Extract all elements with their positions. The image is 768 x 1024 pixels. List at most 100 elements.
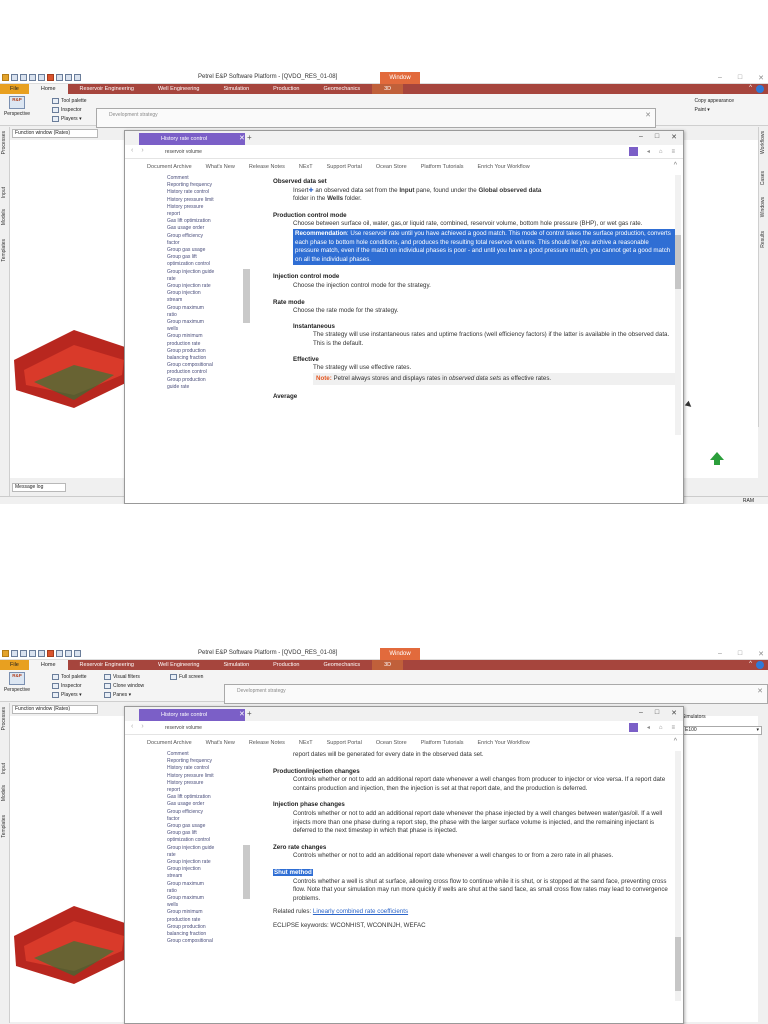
toc-item[interactable]: Group production [167,924,245,931]
menu-whats-new[interactable]: What's New [206,740,235,746]
menu-next[interactable]: NExT [299,164,313,170]
toc-item[interactable]: ratio [167,888,245,895]
toc-item[interactable]: Group gas usage [167,823,245,830]
toc-item[interactable]: production rate [167,341,245,348]
minimize-icon[interactable]: – [718,650,722,658]
development-strategy-dialog[interactable]: Development strategy ✕ [96,108,656,128]
related-rules-link[interactable]: Linearly combined rate coefficients [313,908,408,915]
menu-enrich-workflow[interactable]: Enrich Your Workflow [478,164,530,170]
back-forward-icon[interactable]: ‹› [131,147,152,154]
toc-item[interactable]: Group injection rate [167,283,245,290]
toc-item[interactable]: Group efficiency [167,233,245,240]
toc-item[interactable]: stream [167,873,245,880]
toc-item[interactable]: History rate control [167,189,245,196]
toc-item[interactable]: Group compositional [167,362,245,369]
toc-item[interactable]: Group maximum [167,305,245,312]
perspective-button[interactable]: R&P Perspective [2,672,32,700]
content-scrollbar[interactable] [675,751,681,1001]
maximize-icon[interactable]: □ [738,650,742,658]
petrel-logo-icon[interactable] [2,650,9,657]
toc-item[interactable]: Gas usage order [167,225,245,232]
maximize-icon[interactable]: □ [738,74,742,82]
menu-icon[interactable]: ≡ [671,149,675,155]
toc-item[interactable]: optimization control [167,261,245,268]
toc-item[interactable]: optimization control [167,837,245,844]
toc-item[interactable]: Group efficiency [167,809,245,816]
help-tab[interactable]: History rate control ✕ [139,133,245,145]
tab-templates[interactable]: Templates [1,815,7,838]
toc-item[interactable]: Gas usage order [167,801,245,808]
tab-processes[interactable]: Processes [1,131,7,154]
back-icon[interactable]: ◂ [647,148,650,155]
toc-item[interactable]: Group minimum [167,909,245,916]
menu-support-portal[interactable]: Support Portal [327,164,362,170]
menu-icon[interactable]: ≡ [671,725,675,731]
close-icon[interactable]: ✕ [758,650,764,658]
players-button[interactable]: Players ▾ [52,691,87,700]
toc-item[interactable]: Group injection guide [167,269,245,276]
tab-models[interactable]: Models [1,785,7,801]
toc-item[interactable]: wells [167,902,245,909]
close-icon[interactable]: ✕ [758,74,764,82]
toc-item[interactable]: Reporting frequency [167,182,245,189]
tab-results[interactable]: Results [760,231,766,248]
inspector-button[interactable]: Inspector [52,682,87,691]
help-icon[interactable] [756,85,764,93]
toc-item[interactable]: Reporting frequency [167,758,245,765]
tab-models[interactable]: Models [1,209,7,225]
new-tab-icon[interactable]: + [247,709,252,718]
toc-item[interactable]: balancing fraction [167,931,245,938]
toc-item[interactable]: balancing fraction [167,355,245,362]
toc-item[interactable]: History pressure limit [167,197,245,204]
function-window-tab[interactable]: Function window (Rates) [12,705,98,714]
tab-templates[interactable]: Templates [1,239,7,262]
toc-item[interactable]: Group production [167,348,245,355]
tab-windows[interactable]: Windows [760,197,766,217]
panes-button[interactable]: Panes ▾ [104,691,144,700]
menu-platform-tutorials[interactable]: Platform Tutorials [421,740,464,746]
undo-icon[interactable] [20,650,27,657]
new-icon[interactable] [38,74,45,81]
tab-geomechanics[interactable]: Geomechanics [311,84,372,94]
back-forward-icon[interactable]: ‹› [131,723,152,730]
context-tab-window[interactable]: Window [380,72,420,84]
save-icon[interactable] [11,74,18,81]
toc-item[interactable]: Comment [167,751,245,758]
content-scrollbar[interactable] [675,175,681,435]
toc-item[interactable]: guide rate [167,384,245,391]
minimize-icon[interactable]: – [639,133,643,141]
scroll-up-icon[interactable]: ^ [674,738,677,745]
address-input[interactable]: reservoir volume [165,149,202,155]
tab-workflows[interactable]: Workflows [760,131,766,154]
tab-reservoir-engineering[interactable]: Reservoir Engineering [68,660,146,670]
toc-item[interactable]: Group maximum [167,895,245,902]
tab-well-engineering[interactable]: Well Engineering [146,84,211,94]
development-strategy-dialog[interactable]: Development strategy ✕ [224,684,768,704]
toc-item[interactable]: Group gas lift [167,830,245,837]
tab-close-icon[interactable]: ✕ [239,133,245,145]
toc-item[interactable]: Group injection rate [167,859,245,866]
scrollbar-thumb[interactable] [675,937,681,991]
toc-item[interactable]: report [167,211,245,218]
maximize-icon[interactable]: □ [655,133,659,141]
function-window-tab[interactable]: Function window (Rates) [12,129,98,138]
collapse-ribbon-icon[interactable]: ^ [749,661,752,669]
players-button[interactable]: Players ▾ [52,115,87,124]
toc-item[interactable]: rate [167,852,245,859]
menu-support-portal[interactable]: Support Portal [327,740,362,746]
simulator-select[interactable]: E100 ▾ [682,726,762,735]
collapse-ribbon-icon[interactable]: ^ [749,85,752,93]
paint-button[interactable]: Paint ▾ [695,106,734,115]
clone-window-button[interactable]: Clone window [104,682,144,691]
help-icon[interactable] [756,661,764,669]
menu-ocean-store[interactable]: Ocean Store [376,740,407,746]
tab-file[interactable]: File [0,84,29,94]
home-icon[interactable]: ⌂ [659,725,663,731]
toc-item[interactable]: Group injection guide [167,845,245,852]
print-icon[interactable] [65,74,72,81]
menu-document-archive[interactable]: Document Archive [147,740,192,746]
tab-home[interactable]: Home [28,660,68,670]
tab-close-icon[interactable]: ✕ [239,709,245,721]
close-icon[interactable]: ✕ [671,709,677,717]
redo-icon[interactable] [29,650,36,657]
